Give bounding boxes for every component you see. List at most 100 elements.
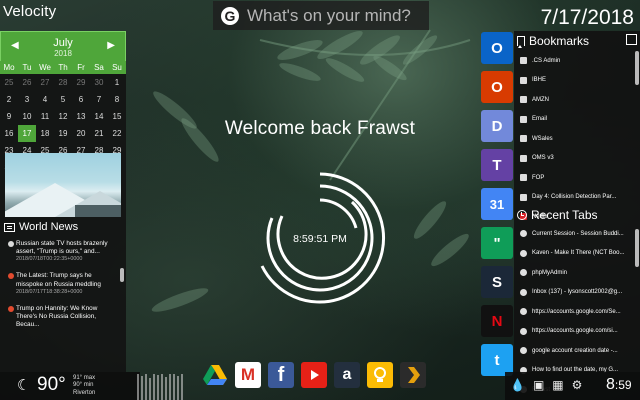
calendar-day[interactable]: 16 (0, 125, 18, 142)
prev-month-icon[interactable]: ◀ (11, 40, 19, 51)
bookmark-label: FOP (532, 174, 545, 181)
edit-icon[interactable] (626, 34, 637, 45)
favicon-icon (520, 96, 527, 104)
clock-time: 8:59:51 PM (293, 233, 347, 245)
calendar-day[interactable]: 19 (54, 125, 72, 142)
news-item[interactable]: The Latest: Trump says he misspoke on Ru… (8, 272, 116, 295)
recent-tab-item[interactable]: https://accounts.google.com/Se... (520, 302, 634, 322)
bookmarks-title: Bookmarks (529, 34, 590, 48)
outlook-icon[interactable]: O (481, 32, 513, 64)
bookmark-item[interactable]: FOP (520, 168, 640, 188)
calendar-day[interactable]: 30 (90, 74, 108, 91)
app-launcher-column: O O D T 31 " S N t (479, 32, 515, 383)
gear-icon[interactable]: ⚙ (572, 378, 583, 392)
google-drive-icon[interactable] (202, 362, 228, 388)
bookmark-item[interactable]: IBHE (520, 71, 640, 91)
weather-location: Riverton (73, 389, 96, 396)
weekday-label: Sa (94, 63, 104, 72)
calendar-weekdays: Mo Tu We Th Fr Sa Su (0, 61, 126, 74)
bookmarks-scrollbar[interactable] (635, 51, 639, 85)
calendar-day[interactable]: 22 (108, 125, 126, 142)
plex-icon[interactable] (400, 362, 426, 388)
discord-icon[interactable]: D (481, 110, 513, 142)
bookmark-label: IBHE (532, 77, 547, 84)
taskbar-clock: 8:59 (606, 376, 632, 393)
calendar-day[interactable]: 10 (18, 108, 36, 125)
news-headline: Trump on Hannity: We Know There's No Rus… (16, 304, 98, 329)
recent-tab-label: Inbox (137) - lysonscott2002@g... (532, 289, 623, 296)
bookmark-item[interactable]: Email (520, 110, 640, 130)
calendar-day[interactable]: 8 (108, 91, 126, 108)
recent-tab-item[interactable]: Inbox (137) - lysonscott2002@g... (520, 283, 634, 303)
calendar-day[interactable]: 15 (108, 108, 126, 125)
bookmark-icon (517, 36, 525, 48)
favicon-icon (520, 288, 527, 296)
calendar-day[interactable]: 12 (54, 108, 72, 125)
news-header: World News (4, 221, 78, 233)
bookmark-label: Email (532, 116, 548, 123)
calendar-day[interactable]: 28 (54, 74, 72, 91)
search-input[interactable] (247, 5, 422, 26)
calendar-day[interactable]: 9 (0, 108, 18, 125)
recent-tabs-scrollbar[interactable] (635, 229, 639, 267)
recent-tab-label: https://accounts.google.com/si... (532, 328, 618, 335)
amazon-icon[interactable]: a (334, 362, 360, 388)
bookmark-item[interactable]: OMS v3 (520, 149, 640, 169)
favicon-icon (520, 327, 527, 335)
newspaper-icon (4, 222, 15, 232)
recent-tab-item[interactable]: phpMyAdmin (520, 263, 634, 283)
keep-icon[interactable] (367, 362, 393, 388)
bookmark-item[interactable]: .CS Admin (520, 51, 640, 71)
bookmarks-list: .CS Admin IBHE AMZN Email WSales OMS v3 FOP Day… (514, 51, 640, 227)
news-scrollbar[interactable] (120, 268, 124, 282)
office-icon[interactable]: O (481, 71, 513, 103)
grid-icon[interactable]: ▦ (552, 378, 563, 392)
bookmark-item[interactable]: WSales (520, 129, 640, 149)
calendar-day[interactable]: 14 (90, 108, 108, 125)
news-item[interactable]: Russian state TV hosts brazenly assert, … (8, 240, 116, 262)
calendar-day[interactable]: 5 (54, 91, 72, 108)
calendar-day[interactable]: 6 (72, 91, 90, 108)
calendar-day[interactable]: 29 (72, 74, 90, 91)
recent-tab-item[interactable]: google account creation date -... (520, 341, 634, 361)
calendar-day[interactable]: 7 (90, 91, 108, 108)
droplet-icon[interactable]: 💧 (510, 378, 525, 392)
calendar-app-icon[interactable]: 31 (481, 188, 513, 220)
bookmark-item[interactable]: Day 4: Collision Detection Par... (520, 188, 640, 208)
calendar-day[interactable]: 25 (0, 74, 18, 91)
news-date: 2018/07/18T00:22:35+0000 (16, 256, 83, 263)
bookmark-label: WSales (532, 135, 553, 142)
news-item[interactable]: Trump on Hannity: We Know There's No Rus… (8, 305, 116, 330)
bookmark-item[interactable]: AMZN (520, 90, 640, 110)
recent-tab-item[interactable]: Kaven - Make It There (NCT Boo... (520, 244, 634, 264)
news-headline: The Latest: Trump says he misspoke on Ru… (16, 272, 101, 288)
calendar-day[interactable]: 18 (36, 125, 54, 142)
steam-icon[interactable]: S (481, 266, 513, 298)
favicon-icon (520, 135, 527, 143)
calendar-day[interactable]: 1 (108, 74, 126, 91)
gmail-icon[interactable]: M (235, 362, 261, 388)
calendar-day[interactable]: 3 (18, 91, 36, 108)
hangouts-icon[interactable]: " (481, 227, 513, 259)
recent-tab-item[interactable]: Current Session - Session Buddi... (520, 224, 634, 244)
next-month-icon[interactable]: ▶ (107, 40, 115, 51)
twitch-icon[interactable]: T (481, 149, 513, 181)
landscape-photo (5, 153, 121, 217)
facebook-icon[interactable]: f (268, 362, 294, 388)
recent-tab-item[interactable]: https://accounts.google.com/si... (520, 322, 634, 342)
calendar-day[interactable]: 11 (36, 108, 54, 125)
youtube-icon[interactable] (301, 362, 327, 388)
calendar-day[interactable]: 27 (36, 74, 54, 91)
calendar-day[interactable]: 20 (72, 125, 90, 142)
calendar-day[interactable]: 4 (36, 91, 54, 108)
calendar-day[interactable]: 2 (0, 91, 18, 108)
search-bar[interactable]: G (213, 1, 429, 30)
calendar-day[interactable]: 13 (72, 108, 90, 125)
image-icon[interactable]: ▣ (533, 378, 544, 392)
calendar-day[interactable]: 21 (90, 125, 108, 142)
calendar-day[interactable]: 17 (18, 125, 36, 142)
netflix-icon[interactable]: N (481, 305, 513, 337)
recent-tab-label: https://accounts.google.com/Se... (532, 308, 621, 315)
calendar-day[interactable]: 26 (18, 74, 36, 91)
favicon-icon (520, 76, 527, 84)
